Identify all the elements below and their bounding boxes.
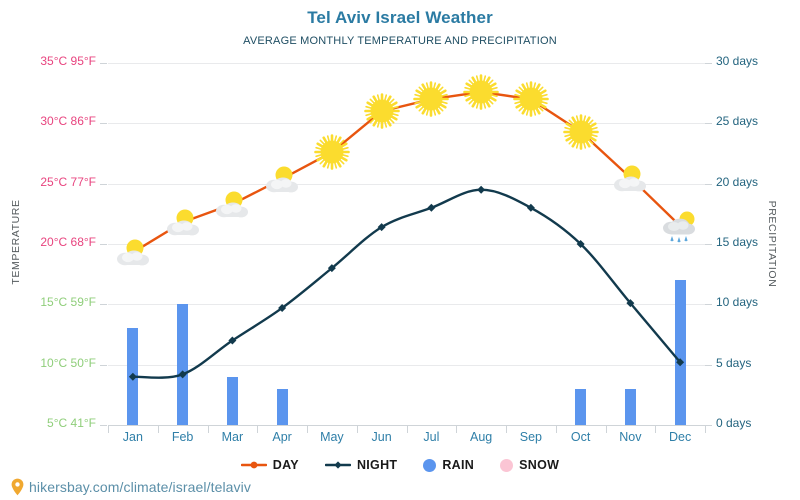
y-axis-right-label: 10 days: [716, 295, 759, 310]
chart-legend: DAY NIGHT RAIN SNOW: [0, 458, 800, 472]
night-marker-mar: [228, 336, 237, 345]
sun-behind-cloud-icon: [110, 232, 156, 272]
sun-behind-cloud-icon: [160, 202, 206, 242]
legend-item-rain[interactable]: RAIN: [423, 458, 474, 472]
rain-bar-feb: [177, 304, 189, 425]
sun-behind-cloud-icon: [209, 184, 255, 224]
y-axis-right-tick-mark: [705, 425, 712, 426]
page-title: Tel Aviv Israel Weather: [307, 8, 493, 27]
y-axis-left-tick-mark: [100, 63, 107, 64]
rain-bar-dec: [674, 280, 686, 425]
y-axis-right-tick-mark: [705, 183, 712, 185]
y-axis-left-label: 25°C 77°F: [40, 174, 96, 189]
rain-bar-nov: [624, 388, 636, 425]
y-axis-right-label: 30 days: [716, 54, 759, 68]
y-axis-right-tick-mark: [705, 364, 712, 366]
y-axis-right-label: 15 days: [716, 235, 759, 249]
chart-subtitle: AVERAGE MONTHLY TEMPERATURE AND PRECIPIT…: [243, 35, 557, 47]
legend-label: SNOW: [519, 458, 560, 472]
y-axis-left-label: 20°C 68°F: [40, 235, 96, 249]
sun-icon: [458, 72, 504, 112]
y-axis-left-tick-mark: [100, 183, 107, 185]
y-axis-left-label: 35°C 95°F: [40, 54, 96, 68]
rain-bar-jan: [127, 328, 139, 425]
legend-label: DAY: [272, 458, 299, 472]
rain-dot-icon: [423, 458, 437, 472]
y-axis-left-tick-mark: [100, 123, 107, 125]
legend-item-snow[interactable]: SNOW: [500, 458, 559, 472]
sun-icon: [508, 79, 554, 119]
gridline: [108, 364, 705, 366]
rain-bar-oct: [575, 388, 587, 425]
y-axis-left-label: 15°C 59°F: [40, 295, 96, 310]
sun-icon: [408, 79, 454, 119]
night-marker-may: [327, 264, 336, 273]
gridline: [108, 63, 705, 64]
map-pin-icon: [11, 478, 24, 496]
legend-item-night[interactable]: NIGHT: [324, 458, 398, 472]
night-marker-jun: [377, 223, 386, 232]
y-axis-left-title: TEMPERATURE: [10, 199, 22, 285]
day-line-marker-icon: [240, 459, 267, 471]
night-marker-aug: [477, 185, 486, 194]
y-axis-right-tick-mark: [705, 63, 712, 64]
y-axis-right-label: 20 days: [716, 174, 759, 189]
rain-bar-mar: [226, 376, 238, 425]
night-marker-nov: [626, 299, 635, 308]
weather-chart: Tel Aviv Israel Weather AVERAGE MONTHLY …: [0, 0, 800, 500]
rain-bar-apr: [276, 388, 288, 425]
y-axis-left-label: 30°C 86°F: [40, 114, 96, 129]
night-marker-jul: [427, 203, 436, 212]
gridline: [108, 304, 705, 306]
y-axis-right-title: PRECIPITATION: [766, 200, 778, 288]
sun-icon: [309, 132, 355, 172]
legend-label: NIGHT: [356, 458, 398, 472]
y-axis-left-label: 10°C 50°F: [40, 355, 96, 370]
y-axis-right-label: 25 days: [716, 114, 759, 129]
night-line-marker-icon: [324, 459, 352, 471]
y-axis-left-tick-mark: [100, 304, 107, 306]
y-axis-left-tick-mark: [100, 244, 107, 245]
sun-behind-cloud-icon: [607, 158, 653, 198]
snow-dot-icon: [500, 458, 514, 472]
y-axis-right-label: 5 days: [716, 355, 752, 370]
night-marker-sep: [526, 203, 535, 212]
sun-behind-cloud-icon: [259, 159, 305, 199]
footer-url: hikersbay.com/climate/israel/telaviv: [29, 479, 251, 495]
gridline: [108, 244, 705, 245]
sun-behind-rain-cloud-icon: [657, 206, 703, 246]
x-axis-label-dec: Dec: [669, 430, 692, 444]
sun-icon: [359, 91, 405, 131]
sun-icon: [558, 112, 604, 152]
y-axis-left-tick-mark: [100, 425, 107, 426]
y-axis-right-tick-mark: [705, 123, 712, 125]
y-axis-right-tick-mark: [705, 304, 712, 306]
gridline: [108, 123, 705, 125]
y-axis-right-tick-mark: [705, 244, 712, 245]
footer-attribution[interactable]: hikersbay.com/climate/israel/telaviv: [10, 478, 251, 496]
y-axis-right-label: 0 days: [716, 416, 752, 430]
y-axis-left-tick-mark: [100, 364, 107, 366]
legend-label: RAIN: [442, 458, 475, 472]
y-axis-left-label: 5°C 41°F: [47, 416, 96, 430]
legend-item-day[interactable]: DAY: [240, 458, 299, 472]
